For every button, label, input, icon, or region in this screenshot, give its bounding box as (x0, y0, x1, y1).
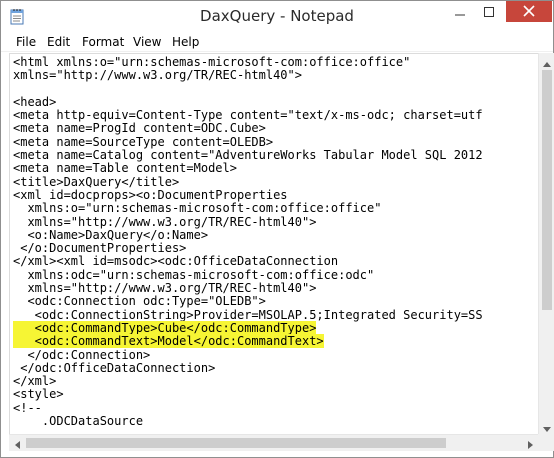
code-line: <meta name=ProgId content=ODC.Cube> (13, 122, 483, 135)
highlighted-text: <odc:CommandType>Cube</odc:CommandType> (13, 320, 317, 335)
line-text: <!-- (13, 400, 42, 415)
code-line: <o:Name>DaxQuery</o:Name> (13, 227, 483, 242)
close-button[interactable] (506, 1, 552, 22)
menu-file[interactable]: File (16, 32, 36, 52)
scrollbar-corner (538, 434, 554, 451)
horizontal-scroll-thumb[interactable] (26, 438, 446, 448)
line-text: <meta name=Table content=Model> (13, 161, 237, 176)
vertical-scrollbar[interactable] (538, 53, 554, 434)
code-line: <meta name=Table content=Model> (13, 162, 483, 175)
highlighted-text: <odc:CommandText>Model</odc:CommandText> (13, 334, 324, 349)
code-line: <!-- (13, 400, 483, 415)
line-text: <xml id=docprops><o:DocumentProperties (13, 187, 288, 202)
horizontal-scrollbar[interactable] (9, 434, 538, 451)
menu-view[interactable]: View (133, 32, 161, 52)
close-icon (523, 2, 535, 21)
line-text: xmlns="http://www.w3.org/TR/REC-html40"> (13, 68, 302, 83)
line-text: xmlns="http://www.w3.org/TR/REC-html40"> (13, 281, 317, 296)
line-text: <meta name=ProgId content=ODC.Cube> (13, 121, 266, 136)
code-line: xmlns="http://www.w3.org/TR/REC-html40"> (13, 69, 483, 82)
line-text: <o:Name>DaxQuery</o:Name> (13, 227, 209, 242)
code-line: <xml id=docprops><o:DocumentProperties (13, 187, 483, 202)
notepad-window: DaxQuery - Notepad File Edit Format View… (0, 0, 554, 458)
text-editor[interactable]: <html xmlns:o="urn:schemas-microsoft-com… (9, 53, 545, 434)
minimize-button[interactable] (445, 1, 474, 22)
scroll-left-button[interactable] (9, 435, 25, 451)
code-line: </o:DocumentProperties> (13, 242, 483, 255)
code-line: .ODCDataSource (13, 414, 483, 429)
line-text: </xml><xml id=msodc><odc:OfficeDataConne… (13, 254, 339, 269)
line-text: </xml> (13, 374, 57, 389)
code-line: xmlns="http://www.w3.org/TR/REC-html40"> (13, 281, 483, 296)
scroll-right-button[interactable] (522, 435, 538, 451)
menu-edit[interactable]: Edit (47, 32, 70, 52)
editor-content[interactable]: <html xmlns:o="urn:schemas-microsoft-com… (13, 55, 483, 429)
code-line: xmlns:odc="urn:schemas-microsoft-com:off… (13, 267, 483, 282)
code-line: <style> (13, 388, 483, 401)
chevron-right-icon (527, 434, 533, 453)
maximize-icon (483, 2, 494, 21)
line-text: <head> (13, 94, 57, 109)
line-text: xmlns="http://www.w3.org/TR/REC-html40"> (13, 214, 317, 229)
code-line: <meta name=SourceType content=OLEDB> (13, 134, 483, 149)
code-line: <odc:Connection odc:Type="OLEDB"> (13, 295, 483, 308)
code-line: xmlns:o="urn:schemas-microsoft-com:offic… (13, 202, 483, 215)
code-line: </xml><xml id=msodc><odc:OfficeDataConne… (13, 255, 483, 268)
maximize-button[interactable] (475, 1, 502, 22)
line-text: .ODCDataSource (13, 414, 144, 429)
code-line: </xml> (13, 374, 483, 389)
code-line: <head> (13, 94, 483, 109)
line-text: </odc:OfficeDataConnection> (13, 360, 216, 375)
chevron-left-icon (14, 434, 20, 453)
chevron-up-icon (543, 52, 551, 71)
code-line: <meta name=Catalog content="AdventureWor… (13, 148, 483, 163)
line-text: <meta name=Catalog content="AdventureWor… (13, 148, 483, 163)
line-text: xmlns:o="urn:schemas-microsoft-com:offic… (13, 201, 382, 216)
line-text: xmlns:odc="urn:schemas-microsoft-com:off… (13, 267, 375, 282)
line-text: <style> (13, 387, 64, 402)
chevron-down-icon (543, 417, 551, 436)
menu-bar: File Edit Format View Help (1, 32, 553, 52)
scroll-up-button[interactable] (539, 53, 554, 69)
code-line: <title>DaxQuery</title> (13, 174, 483, 189)
code-line: </odc:Connection> (13, 347, 483, 362)
menu-help[interactable]: Help (172, 32, 199, 52)
line-text: <title>DaxQuery</title> (13, 174, 180, 189)
line-text: <meta name=SourceType content=OLEDB> (13, 134, 274, 149)
code-line: <odc:ConnectionString>Provider=MSOLAP.5;… (13, 307, 483, 322)
menu-format[interactable]: Format (82, 32, 124, 52)
line-text: <meta http-equiv=Content-Type content="t… (13, 108, 483, 123)
code-line: xmlns="http://www.w3.org/TR/REC-html40"> (13, 214, 483, 229)
line-text: </o:DocumentProperties> (13, 241, 187, 256)
code-line: </odc:OfficeDataConnection> (13, 360, 483, 375)
vertical-scroll-thumb[interactable] (542, 70, 552, 310)
scroll-down-button[interactable] (539, 418, 554, 434)
line-text: </odc:Connection> (13, 347, 151, 362)
code-line: <odc:CommandType>Cube</odc:CommandType> (13, 320, 483, 335)
minimize-icon (454, 2, 465, 21)
code-line: <meta http-equiv=Content-Type content="t… (13, 109, 483, 122)
title-bar[interactable]: DaxQuery - Notepad (1, 1, 553, 32)
line-text: <html xmlns:o="urn:schemas-microsoft-com… (13, 55, 411, 69)
code-line: <odc:CommandText>Model</odc:CommandText> (13, 334, 483, 349)
line-text: <odc:Connection odc:Type="OLEDB"> (13, 294, 266, 309)
code-line: <html xmlns:o="urn:schemas-microsoft-com… (13, 55, 483, 69)
line-text: <odc:ConnectionString>Provider=MSOLAP.5;… (13, 307, 483, 322)
